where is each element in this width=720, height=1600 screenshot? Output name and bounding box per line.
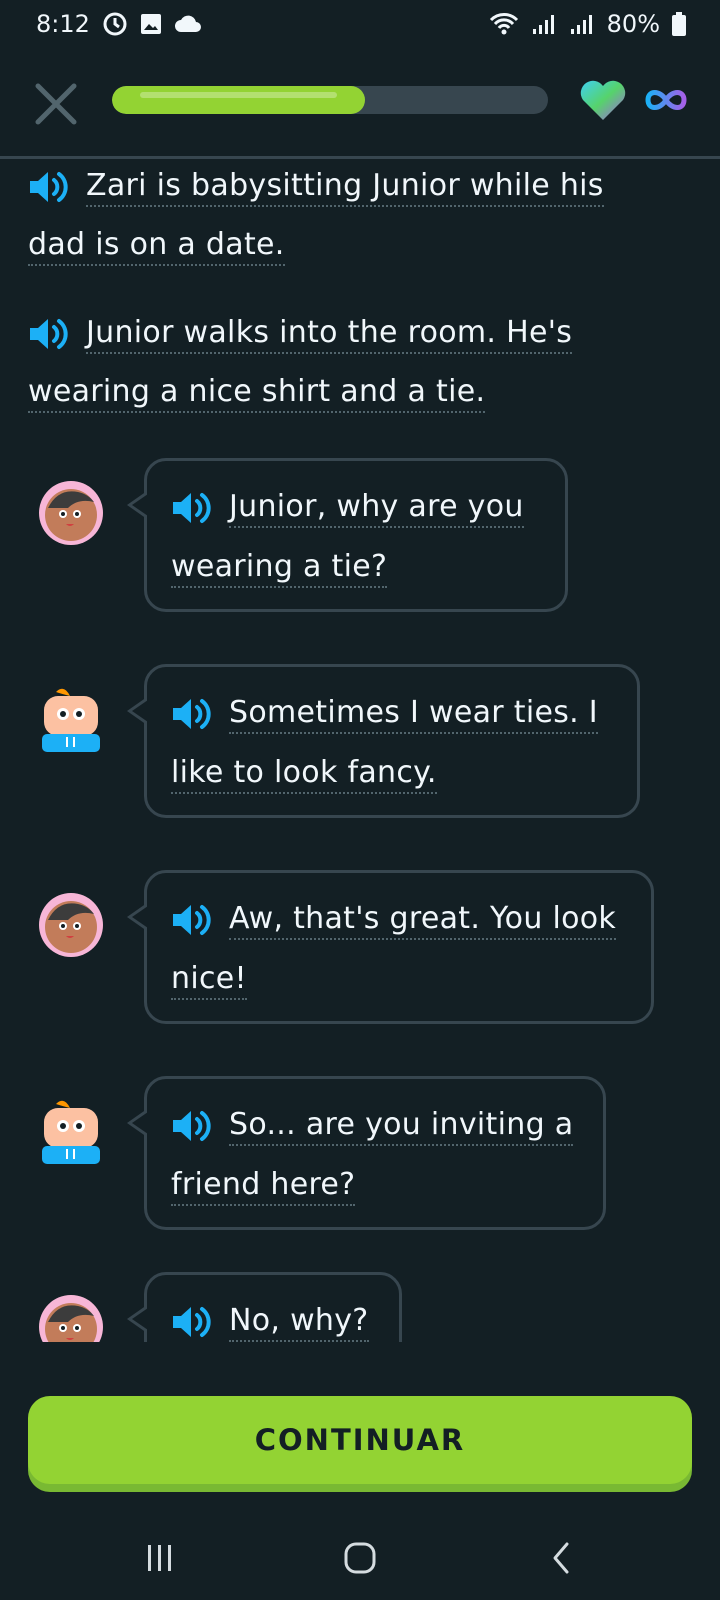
dialogue-line[interactable]: wearing a tie? bbox=[171, 549, 388, 588]
narration-line[interactable]: Junior walks into the room. He's bbox=[86, 315, 573, 354]
narration-line[interactable]: wearing a nice shirt and a tie. bbox=[28, 374, 486, 413]
signal-icon bbox=[569, 13, 595, 35]
signal-icon bbox=[531, 13, 557, 35]
dialogue-line[interactable]: like to look fancy. bbox=[171, 755, 437, 794]
zari-avatar-icon bbox=[39, 893, 103, 957]
dialogue-clip-area: No, why? bbox=[0, 1270, 720, 1342]
speech-bubble: Aw, that's great. You look nice! bbox=[127, 870, 654, 1024]
dialogue-line[interactable]: Sometimes I wear ties. I bbox=[229, 695, 598, 734]
recents-icon bbox=[148, 1545, 171, 1571]
speaker-icon[interactable] bbox=[171, 1304, 215, 1340]
infinity-icon bbox=[644, 86, 688, 114]
recents-button[interactable] bbox=[130, 1530, 190, 1586]
zari-avatar-icon bbox=[39, 1295, 103, 1342]
home-button[interactable] bbox=[330, 1530, 390, 1586]
cloud-icon bbox=[174, 14, 202, 34]
speaker-icon[interactable] bbox=[28, 169, 72, 205]
close-button[interactable] bbox=[32, 80, 80, 128]
lesson-progress-bar bbox=[112, 86, 548, 114]
lesson-header bbox=[0, 72, 720, 128]
dialogue-line[interactable]: nice! bbox=[171, 961, 247, 1000]
speaker-icon[interactable] bbox=[171, 696, 215, 732]
narration-line[interactable]: Zari is babysitting Junior while his bbox=[86, 168, 604, 207]
speech-bubble: Junior, why are you wearing a tie? bbox=[127, 458, 568, 612]
continue-button[interactable]: CONTINUAR bbox=[28, 1396, 692, 1484]
speaker-icon[interactable] bbox=[171, 902, 215, 938]
speaker-icon[interactable] bbox=[171, 490, 215, 526]
battery-percent: 80% bbox=[606, 10, 660, 38]
heart-icon[interactable] bbox=[578, 78, 628, 122]
dialogue-line[interactable]: Junior, why are you bbox=[229, 489, 524, 528]
narration-paragraph: Junior walks into the room. He's wearing… bbox=[28, 303, 668, 421]
battery-icon bbox=[672, 12, 686, 36]
speech-bubble: So... are you inviting a friend here? bbox=[127, 1076, 606, 1230]
image-icon bbox=[140, 13, 162, 35]
status-time: 8:12 bbox=[36, 10, 90, 38]
sync-icon bbox=[102, 11, 128, 37]
back-button[interactable] bbox=[532, 1530, 592, 1586]
back-icon bbox=[553, 1542, 569, 1574]
speaker-icon[interactable] bbox=[28, 316, 72, 352]
dialogue-line[interactable]: friend here? bbox=[171, 1167, 356, 1206]
dialogue-line[interactable]: So... are you inviting a bbox=[229, 1107, 574, 1146]
speaker-icon[interactable] bbox=[171, 1108, 215, 1144]
junior-avatar-icon bbox=[42, 688, 100, 752]
junior-avatar-icon bbox=[42, 1100, 100, 1164]
speech-bubble: No, why? bbox=[127, 1272, 402, 1342]
status-bar: 8:12 80% bbox=[0, 0, 720, 48]
zari-avatar-icon bbox=[39, 481, 103, 545]
dialogue-line[interactable]: Aw, that's great. You look bbox=[229, 901, 617, 940]
wifi-icon bbox=[489, 12, 519, 36]
narration-paragraph: Zari is babysitting Junior while his dad… bbox=[28, 156, 668, 274]
progress-fill bbox=[112, 86, 365, 114]
dialogue-line[interactable]: No, why? bbox=[229, 1303, 369, 1342]
narration-line[interactable]: dad is on a date. bbox=[28, 227, 285, 266]
system-nav-bar bbox=[0, 1516, 720, 1600]
close-icon bbox=[35, 83, 77, 125]
speech-bubble: Sometimes I wear ties. I like to look fa… bbox=[127, 664, 640, 818]
home-icon bbox=[344, 1542, 376, 1574]
